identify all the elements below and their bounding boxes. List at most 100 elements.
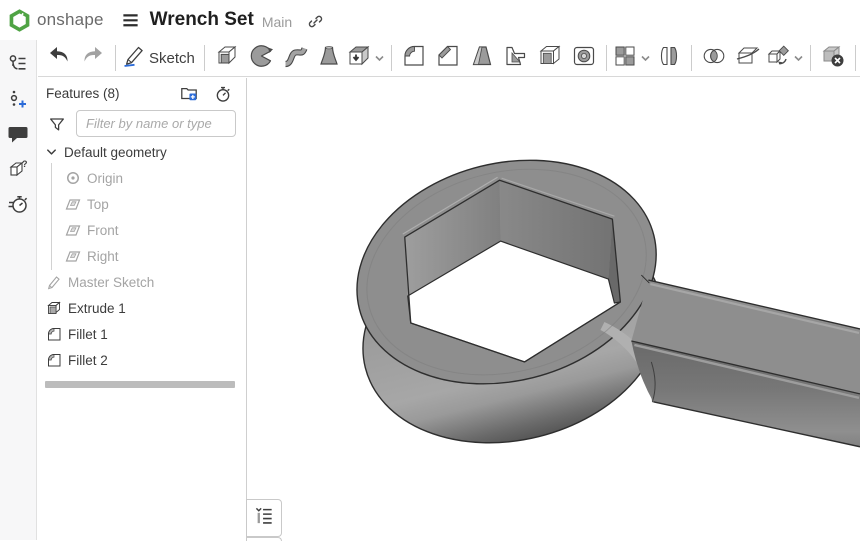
- toolbar-fillet-button[interactable]: [397, 42, 431, 74]
- chevron-down-icon[interactable]: [639, 52, 652, 65]
- toolbar-rib-button[interactable]: [499, 42, 533, 74]
- toolbar-mirror-button[interactable]: [652, 42, 686, 74]
- model-viewport[interactable]: [247, 78, 860, 540]
- toolbar-extrude-button[interactable]: [210, 42, 244, 74]
- rib-icon: [503, 43, 529, 74]
- linear-pattern-icon: [612, 43, 638, 74]
- feature-tree-item-label: Default geometry: [64, 145, 167, 160]
- sketch-mini-icon: [46, 274, 62, 290]
- feature-tree-item-fillet-2[interactable]: Fillet 2: [38, 347, 246, 373]
- draft-icon: [469, 43, 495, 74]
- feature-tree-item-label: Right: [87, 249, 119, 264]
- feature-tree-item-top[interactable]: Top: [38, 191, 246, 217]
- hole-icon: [571, 43, 597, 74]
- toolbar-separator: [204, 45, 205, 71]
- rail-timer-button[interactable]: [7, 193, 29, 215]
- fillet-icon: [401, 43, 427, 74]
- toolbar-shell-button[interactable]: [533, 42, 567, 74]
- rollback-bar[interactable]: [45, 381, 235, 388]
- shell-icon: [537, 43, 563, 74]
- toolbar-linear-pattern-button[interactable]: [612, 42, 652, 74]
- feature-tree-item-label: Origin: [87, 171, 123, 186]
- feature-tree-item-master-sketch[interactable]: Master Sketch: [38, 269, 246, 295]
- create-folder-button[interactable]: [180, 85, 198, 103]
- sweep-icon: [282, 43, 308, 74]
- chevron-down-icon[interactable]: [373, 52, 386, 65]
- toolbar-separator: [855, 45, 856, 71]
- features-panel-title: Features (8): [46, 86, 120, 101]
- features-panel-header-icons: [180, 85, 232, 103]
- rail-comment-button[interactable]: [7, 123, 29, 145]
- extrude-mini-icon: [46, 300, 62, 316]
- toolbar-split-button[interactable]: [731, 42, 765, 74]
- thicken-icon: [346, 43, 372, 74]
- plane-icon: [65, 222, 81, 238]
- document-menu-icon[interactable]: [121, 11, 140, 30]
- filter-input[interactable]: [76, 110, 236, 137]
- toolbar-revolve-button[interactable]: [244, 42, 278, 74]
- toolbar-thicken-button[interactable]: [346, 42, 386, 74]
- origin-icon: [65, 170, 81, 186]
- toolbar-undo-button[interactable]: [42, 42, 76, 74]
- rail-help-cube-button[interactable]: ?: [7, 158, 29, 180]
- plane-icon: [65, 196, 81, 212]
- feature-tree-item-label: Fillet 1: [68, 327, 108, 342]
- toolbar-sketch-pencil-button[interactable]: Sketch: [121, 42, 199, 74]
- feature-tree-item-fillet-1[interactable]: Fillet 1: [38, 321, 246, 347]
- feature-tree-item-right[interactable]: Right: [38, 243, 246, 269]
- toolbar-draft-button[interactable]: [465, 42, 499, 74]
- toolbar-separator: [810, 45, 811, 71]
- toolbar-chamfer-button[interactable]: [431, 42, 465, 74]
- delete-part-icon: [820, 43, 846, 74]
- left-rail: ?: [0, 40, 37, 540]
- workspace-branch[interactable]: Main: [262, 14, 292, 30]
- toolbar: Sketch: [38, 40, 860, 77]
- toolbar-separator: [691, 45, 692, 71]
- feature-tree-item-label: Fillet 2: [68, 353, 108, 368]
- share-link-icon[interactable]: [307, 13, 324, 30]
- feature-tree-item-label: Top: [87, 197, 109, 212]
- undo-icon: [46, 43, 72, 74]
- toolbar-separator: [115, 45, 116, 71]
- feature-list-toggle-button[interactable]: [246, 499, 282, 537]
- toolbar-hole-button[interactable]: [567, 42, 601, 74]
- feature-tree-item-origin[interactable]: Origin: [38, 165, 246, 191]
- features-panel: Features (8) Default geometry Origin Top Fr…: [38, 78, 247, 540]
- logo-text: onshape: [37, 10, 104, 30]
- toolbar-separator: [391, 45, 392, 71]
- toolbar-loft-button[interactable]: [312, 42, 346, 74]
- stopwatch-button[interactable]: [214, 85, 232, 103]
- toolbar-redo-button[interactable]: [76, 42, 110, 74]
- boolean-icon: [701, 43, 727, 74]
- filter-funnel-icon[interactable]: [48, 115, 66, 133]
- rail-versions-add-button[interactable]: [7, 88, 29, 110]
- svg-text:?: ?: [22, 159, 28, 169]
- rail-feature-list-button[interactable]: [7, 53, 29, 75]
- transform-icon: [765, 43, 791, 74]
- split-icon: [735, 43, 761, 74]
- revolve-icon: [248, 43, 274, 74]
- wrench-model[interactable]: [247, 78, 860, 540]
- document-title[interactable]: Wrench Set: [150, 9, 254, 31]
- feature-tree-item-label: Extrude 1: [68, 301, 126, 316]
- plane-icon: [65, 248, 81, 264]
- feature-tree-item-label: Master Sketch: [68, 275, 154, 290]
- chamfer-icon: [435, 43, 461, 74]
- mirror-icon: [656, 43, 682, 74]
- toolbar-delete-part-button[interactable]: [816, 42, 850, 74]
- chevron-down-icon[interactable]: [792, 52, 805, 65]
- loft-icon: [316, 43, 342, 74]
- toolbar-boolean-button[interactable]: [697, 42, 731, 74]
- feature-tree-item-front[interactable]: Front: [38, 217, 246, 243]
- feature-tree-item-extrude-1[interactable]: Extrude 1: [38, 295, 246, 321]
- toolbar-separator: [606, 45, 607, 71]
- toolbar-button-label: Sketch: [149, 50, 195, 67]
- titlebar: onshape Wrench Set Main: [0, 0, 860, 40]
- onshape-logo-icon: [8, 9, 31, 32]
- panel-toggle-icon: [254, 505, 275, 531]
- sketch-pencil-icon: [121, 43, 147, 74]
- secondary-toggle-button[interactable]: [246, 537, 282, 541]
- feature-tree-item-default-geometry[interactable]: Default geometry: [38, 139, 246, 165]
- toolbar-transform-button[interactable]: [765, 42, 805, 74]
- toolbar-sweep-button[interactable]: [278, 42, 312, 74]
